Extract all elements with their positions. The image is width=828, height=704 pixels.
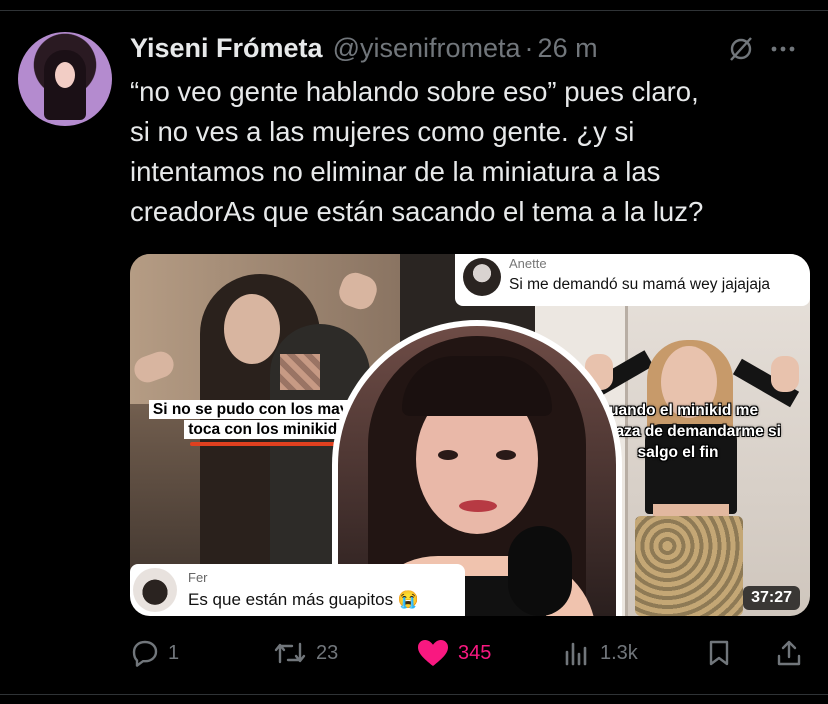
comment-bubble-bottom: Fer Es que están más guapitos 😭 xyxy=(130,564,465,616)
commenter-avatar xyxy=(463,258,501,296)
reply-icon xyxy=(130,638,160,668)
commenter-name: Anette xyxy=(509,256,547,271)
retweet-count: 23 xyxy=(316,641,339,664)
avatar[interactable] xyxy=(18,32,112,126)
eye xyxy=(438,450,458,460)
avatar-face xyxy=(55,62,75,88)
comment-text: Es que están más guapitos 😭 xyxy=(188,590,419,609)
heart-icon xyxy=(416,638,450,668)
creator-bangs xyxy=(402,356,552,416)
eye xyxy=(496,450,516,460)
video-duration-badge: 37:27 xyxy=(743,586,800,610)
commenter-avatar xyxy=(133,568,177,612)
comment-bubble-top: Anette Si me demandó su mamá wey jajajaj… xyxy=(455,254,810,306)
author-name[interactable]: Yiseni Frómeta xyxy=(130,33,323,64)
video-thumbnail[interactable]: Si no se pudo con los mayores toca con l… xyxy=(130,254,810,616)
caption-underline xyxy=(190,442,350,446)
comment-text: Si me demandó su mamá wey jajajaja xyxy=(509,276,771,293)
separator-dot: · xyxy=(524,32,534,63)
reply-button[interactable]: 1 xyxy=(130,634,179,672)
action-bar: 1 23 345 1.3k xyxy=(130,634,810,672)
views-icon xyxy=(562,638,592,668)
bottom-divider xyxy=(0,694,828,695)
more-icon[interactable] xyxy=(768,36,798,62)
retweet-button[interactable]: 23 xyxy=(272,634,338,672)
bookmark-button[interactable] xyxy=(704,634,734,672)
girl-face xyxy=(224,294,280,364)
top-divider xyxy=(0,0,828,11)
views-count: 1.3k xyxy=(600,641,638,664)
grok-icon[interactable] xyxy=(726,36,756,62)
tweet-header: Yiseni Frómeta @yisenifrometa · 26 m xyxy=(130,30,810,66)
share-button[interactable] xyxy=(774,634,804,672)
tweet-text-line: si no ves a las mujeres como gente. ¿y s… xyxy=(130,116,635,147)
share-icon xyxy=(774,638,804,668)
tweet-text-line: intentamos no eliminar de la miniatura a… xyxy=(130,156,661,187)
bookmark-icon xyxy=(704,638,734,668)
reply-count: 1 xyxy=(168,641,180,664)
tweet-text: “no veo gente hablando sobre eso” pues c… xyxy=(130,72,810,232)
lips xyxy=(459,500,497,512)
like-button[interactable]: 345 xyxy=(416,634,491,672)
commenter-name: Fer xyxy=(188,570,208,585)
microphone xyxy=(508,526,572,616)
left-caption-line2: toca con los minikids xyxy=(184,420,350,439)
views-button[interactable]: 1.3k xyxy=(562,634,638,672)
woman-pants xyxy=(635,516,743,616)
tweet-text-line: “no veo gente hablando sobre eso” pues c… xyxy=(130,76,699,107)
hand xyxy=(771,356,799,392)
blurred-face xyxy=(280,354,320,390)
timestamp[interactable]: 26 m xyxy=(538,33,598,64)
author-handle[interactable]: @yisenifrometa xyxy=(333,33,521,64)
retweet-icon xyxy=(272,638,308,668)
like-count: 345 xyxy=(458,641,492,664)
tweet-text-line: creadorAs que están sacando el tema a la… xyxy=(130,196,704,227)
